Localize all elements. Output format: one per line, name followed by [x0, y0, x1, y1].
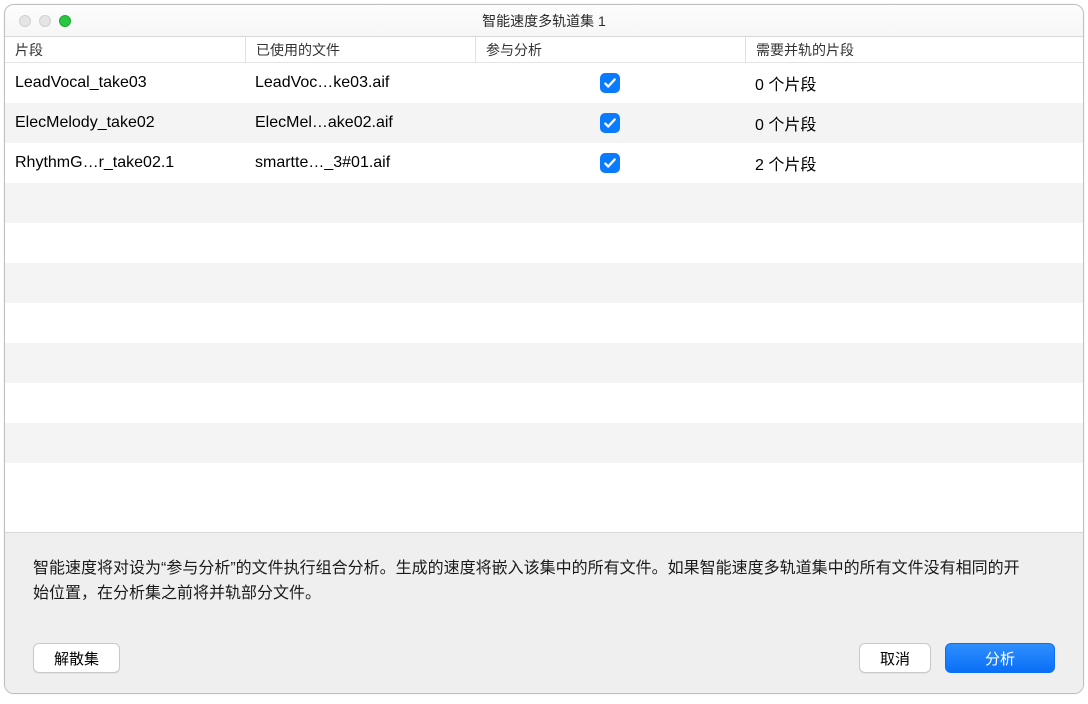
description-text: 智能速度将对设为“参与分析”的文件执行组合分析。生成的速度将嵌入该集中的所有文件… — [33, 557, 1033, 607]
dissolve-button[interactable]: 解散集 — [33, 643, 120, 673]
table-header: 片段 已使用的文件 参与分析 需要并轨的片段 — [5, 37, 1083, 63]
cell-analyze — [475, 73, 745, 93]
cell-segment: LeadVocal_take03 — [5, 74, 245, 92]
cell-segment: RhythmG…r_take02.1 — [5, 154, 245, 172]
table-row-empty — [5, 263, 1083, 303]
column-header-bounce[interactable]: 需要并轨的片段 — [745, 37, 1083, 62]
cell-usedfile: LeadVoc…ke03.aif — [245, 74, 475, 92]
smart-tempo-window: 智能速度多轨道集 1 片段 已使用的文件 参与分析 需要并轨的片段 LeadVo… — [4, 4, 1084, 694]
close-icon[interactable] — [19, 15, 31, 27]
table-row-empty — [5, 383, 1083, 423]
table-row[interactable]: LeadVocal_take03LeadVoc…ke03.aif 0 个片段 — [5, 63, 1083, 103]
column-header-analyze[interactable]: 参与分析 — [475, 37, 745, 62]
table-body: LeadVocal_take03LeadVoc…ke03.aif0 个片段Ele… — [5, 63, 1083, 463]
cell-analyze — [475, 113, 745, 133]
table-row[interactable]: RhythmG…r_take02.1smartte…_3#01.aif 2 个片段 — [5, 143, 1083, 183]
analyze-checkbox[interactable] — [600, 113, 620, 133]
column-header-usedfile[interactable]: 已使用的文件 — [245, 37, 475, 62]
bottom-panel: 智能速度将对设为“参与分析”的文件执行组合分析。生成的速度将嵌入该集中的所有文件… — [5, 533, 1083, 693]
analyze-button[interactable]: 分析 — [945, 643, 1055, 673]
cell-bounce: 0 个片段 — [745, 71, 1083, 95]
table-row-empty — [5, 303, 1083, 343]
table-row-empty — [5, 183, 1083, 223]
cell-bounce: 2 个片段 — [745, 151, 1083, 175]
titlebar: 智能速度多轨道集 1 — [5, 5, 1083, 37]
cell-bounce: 0 个片段 — [745, 111, 1083, 135]
column-header-segment[interactable]: 片段 — [5, 37, 245, 62]
cancel-button[interactable]: 取消 — [859, 643, 931, 673]
button-row: 解散集 取消 分析 — [33, 643, 1055, 673]
traffic-lights — [5, 15, 71, 27]
minimize-icon[interactable] — [39, 15, 51, 27]
analyze-checkbox[interactable] — [600, 153, 620, 173]
window-title: 智能速度多轨道集 1 — [5, 11, 1083, 31]
analyze-checkbox[interactable] — [600, 73, 620, 93]
table-container[interactable]: 片段 已使用的文件 参与分析 需要并轨的片段 LeadVocal_take03L… — [5, 37, 1083, 533]
cell-usedfile: ElecMel…ake02.aif — [245, 114, 475, 132]
cell-analyze — [475, 153, 745, 173]
cell-segment: ElecMelody_take02 — [5, 114, 245, 132]
table-row-empty — [5, 343, 1083, 383]
table-row[interactable]: ElecMelody_take02ElecMel…ake02.aif 0 个片段 — [5, 103, 1083, 143]
table-row-empty — [5, 223, 1083, 263]
zoom-icon[interactable] — [59, 15, 71, 27]
cell-usedfile: smartte…_3#01.aif — [245, 154, 475, 172]
table-row-empty — [5, 423, 1083, 463]
